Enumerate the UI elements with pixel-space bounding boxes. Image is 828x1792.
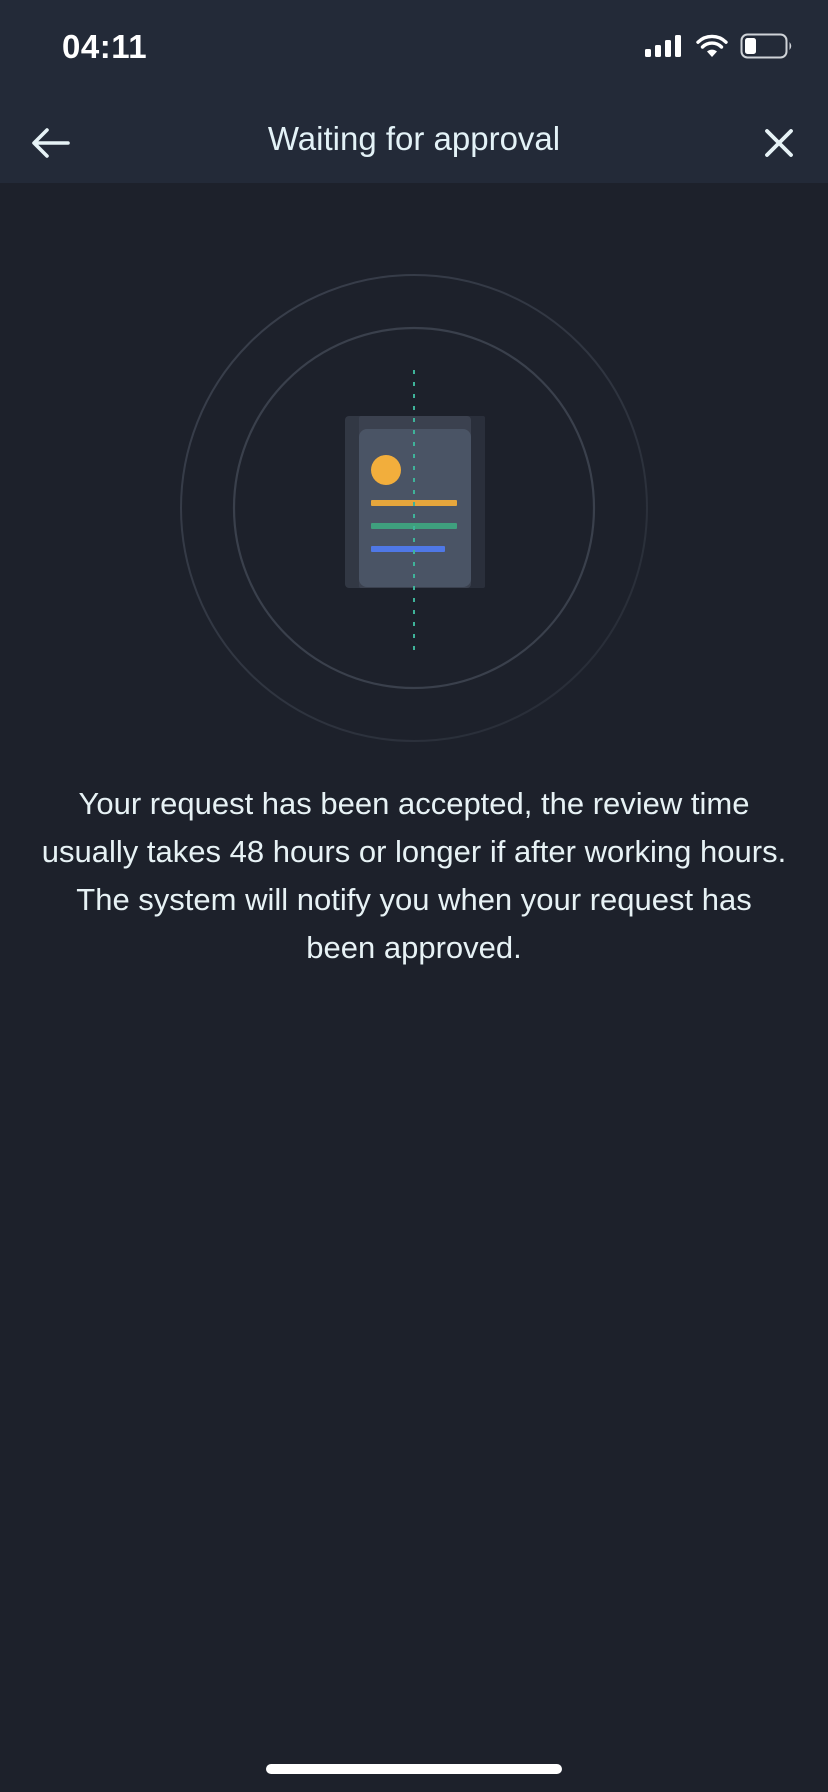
navigation-bar: Waiting for approval: [0, 106, 828, 176]
status-icons: [644, 33, 794, 59]
cellular-signal-icon: [645, 35, 681, 57]
line-blue: [371, 546, 445, 552]
status-time: 04:11: [62, 28, 148, 65]
close-icon: [765, 129, 793, 157]
battery-icon: [740, 33, 792, 59]
document-scan-icon: [180, 274, 648, 742]
close-button[interactable]: [752, 116, 806, 170]
app-header: 04:11 Waiting for approval: [0, 0, 828, 183]
page-title: Waiting for approval: [267, 120, 561, 157]
avatar-dot: [371, 455, 401, 485]
home-indicator[interactable]: [266, 1764, 562, 1774]
approval-message: Your request has been accepted, the revi…: [41, 786, 787, 965]
wifi-icon: [696, 34, 728, 57]
